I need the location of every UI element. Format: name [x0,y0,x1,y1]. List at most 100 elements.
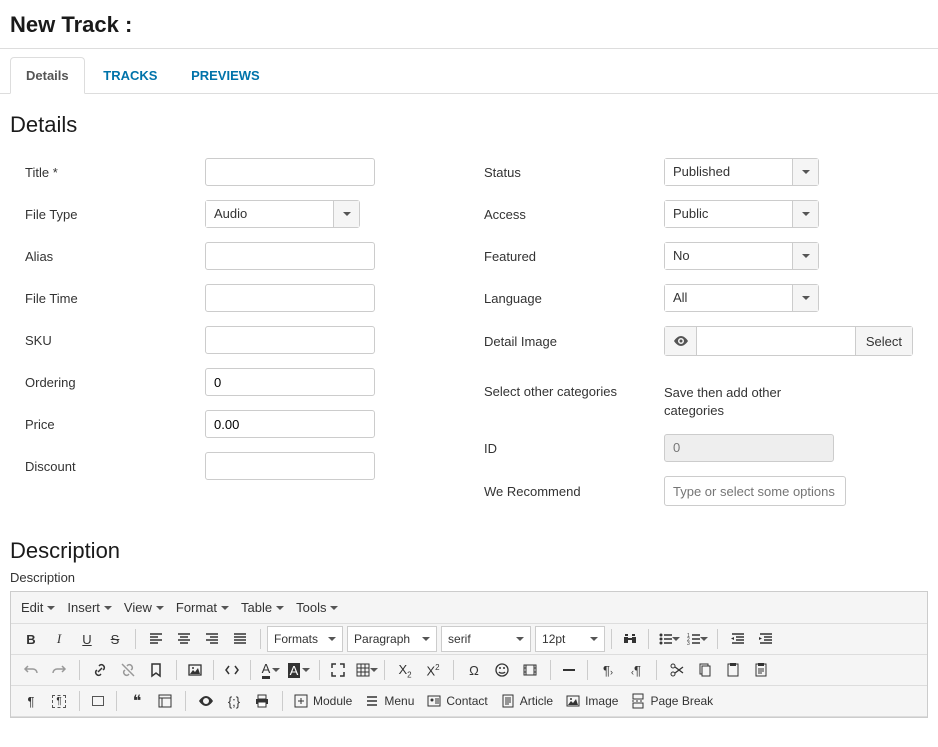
insert-menu-label: Menu [384,694,414,708]
paste-button[interactable] [719,657,747,683]
template-button[interactable] [151,688,179,714]
input-ordering[interactable] [205,368,375,396]
bold-button[interactable]: B [17,626,45,652]
label-title: Title * [25,165,205,180]
input-price[interactable] [205,410,375,438]
hr-button[interactable] [555,657,583,683]
align-center-button[interactable] [170,626,198,652]
paragraph-select-label: Paragraph [354,632,410,646]
input-alias[interactable] [205,242,375,270]
insert-image-button[interactable]: Image [559,688,624,714]
insert-pagebreak-button[interactable]: Page Break [624,688,719,714]
insert-menu-button[interactable]: Menu [358,688,420,714]
input-discount[interactable] [205,452,375,480]
menu-view[interactable]: View [118,594,170,621]
underline-button[interactable]: U [73,626,101,652]
font-family-select[interactable]: serif [441,626,531,652]
pilcrow-icon: ¶ [28,694,35,709]
menu-insert[interactable]: Insert [61,594,118,621]
italic-button[interactable]: I [45,626,73,652]
menu-format[interactable]: Format [170,594,235,621]
input-title[interactable] [205,158,375,186]
ltr-button[interactable]: ¶› [594,657,622,683]
align-right-button[interactable] [198,626,226,652]
select-language[interactable]: All [664,284,819,312]
menu-tools[interactable]: Tools [290,594,344,621]
strikethrough-button[interactable]: S [101,626,129,652]
preview-button[interactable] [192,688,220,714]
link-icon [92,662,108,678]
select-file-type-value: Audio [206,201,333,227]
print-button[interactable] [248,688,276,714]
align-left-button[interactable] [142,626,170,652]
input-sku[interactable] [205,326,375,354]
select-image-button[interactable]: Select [855,327,912,355]
text-color-button[interactable]: A [257,657,285,683]
blockquote-button[interactable]: ❝ [123,688,151,714]
bullet-list-button[interactable] [655,626,683,652]
align-justify-button[interactable] [226,626,254,652]
table-button[interactable] [352,657,380,683]
paste-text-button[interactable] [747,657,775,683]
outdent-button[interactable] [724,626,752,652]
align-center-icon [176,631,192,647]
find-replace-button[interactable] [616,626,644,652]
select-status-value: Published [665,159,792,185]
input-file-time[interactable] [205,284,375,312]
anchor-button[interactable] [142,657,170,683]
rich-text-editor: Edit Insert View Format Table Tools B I … [10,591,928,718]
redo-button[interactable] [45,657,73,683]
show-blocks-button[interactable]: ¶ [17,688,45,714]
tab-previews[interactable]: PREVIEWS [176,58,275,93]
show-invisible-button[interactable]: ¶ [45,688,73,714]
nbsp-button[interactable] [84,688,112,714]
select-file-type[interactable]: Audio [205,200,360,228]
menu-tools-label: Tools [296,600,326,615]
emoticon-button[interactable] [488,657,516,683]
preview-button[interactable] [665,327,697,355]
label-status: Status [484,165,664,180]
unlink-button[interactable] [114,657,142,683]
rtl-button[interactable]: ‹¶ [622,657,650,683]
cut-button[interactable] [663,657,691,683]
source-button[interactable] [218,657,246,683]
insert-contact-button[interactable]: Contact [420,688,493,714]
superscript-button[interactable]: X2 [419,657,447,683]
undo-button[interactable] [17,657,45,683]
paragraph-select[interactable]: Paragraph [347,626,437,652]
tab-details[interactable]: Details [10,57,85,94]
tab-tracks[interactable]: TRACKS [88,58,172,93]
hr-icon [561,662,577,678]
select-status[interactable]: Published [664,158,819,186]
insert-article-button[interactable]: Article [494,688,559,714]
strikethrough-icon: S [111,632,120,647]
eye-icon [198,693,214,709]
article-icon [500,693,516,709]
media-button[interactable] [516,657,544,683]
menu-edit[interactable]: Edit [15,594,61,621]
outdent-icon [730,631,746,647]
insert-article-label: Article [520,694,553,708]
input-we-recommend[interactable] [664,476,846,506]
special-char-button[interactable]: Ω [460,657,488,683]
copy-button[interactable] [691,657,719,683]
select-access[interactable]: Public [664,200,819,228]
insert-module-button[interactable]: Module [287,688,358,714]
select-featured[interactable]: No [664,242,819,270]
code-sample-button[interactable]: {;} [220,688,248,714]
menu-table[interactable]: Table [235,594,290,621]
indent-button[interactable] [752,626,780,652]
undo-icon [23,662,39,678]
image-button[interactable] [181,657,209,683]
menu-table-label: Table [241,600,272,615]
subscript-button[interactable]: X2 [391,657,419,683]
redo-icon [51,662,67,678]
font-size-select[interactable]: 12pt [535,626,605,652]
link-button[interactable] [86,657,114,683]
numbered-list-button[interactable]: 123 [683,626,711,652]
formats-select[interactable]: Formats [267,626,343,652]
smiley-icon [494,662,510,678]
chevron-down-icon [302,668,310,672]
fullscreen-button[interactable] [324,657,352,683]
bg-color-button[interactable]: A [285,657,313,683]
